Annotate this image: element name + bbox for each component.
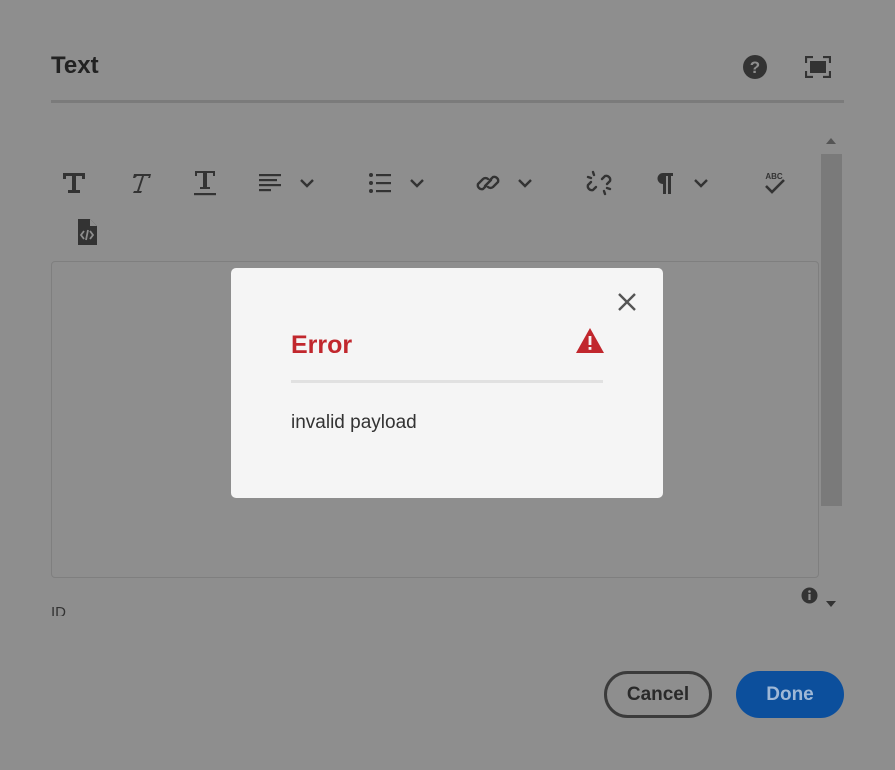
error-modal: Error invalid payload bbox=[231, 268, 663, 498]
scroll-up-arrow[interactable] bbox=[826, 138, 836, 144]
svg-text:ABC: ABC bbox=[765, 172, 783, 181]
modal-divider bbox=[291, 380, 603, 383]
paragraph-dropdown[interactable] bbox=[650, 167, 712, 199]
done-button[interactable]: Done bbox=[736, 671, 844, 718]
code-file-icon bbox=[78, 219, 97, 245]
chevron-down-icon bbox=[694, 179, 708, 188]
chevron-down-icon bbox=[518, 179, 532, 188]
paragraph-icon bbox=[657, 173, 673, 194]
header-divider bbox=[51, 100, 844, 103]
modal-title: Error bbox=[291, 331, 353, 359]
underline-icon bbox=[194, 171, 216, 196]
spellcheck-button[interactable]: ABC bbox=[758, 167, 790, 199]
source-edit-button[interactable] bbox=[74, 216, 100, 248]
cancel-button[interactable]: Cancel bbox=[604, 671, 712, 718]
modal-message: invalid payload bbox=[291, 412, 417, 433]
bold-icon bbox=[63, 173, 85, 193]
italic-icon bbox=[133, 174, 151, 193]
list-dropdown[interactable] bbox=[366, 167, 428, 199]
spellcheck-icon: ABC bbox=[765, 172, 785, 194]
underline-button[interactable] bbox=[189, 167, 221, 199]
italic-button[interactable] bbox=[124, 167, 156, 199]
bold-button[interactable] bbox=[58, 167, 90, 199]
info-icon[interactable] bbox=[801, 587, 818, 604]
unlink-button[interactable] bbox=[584, 167, 614, 199]
bullet-list-icon bbox=[369, 173, 391, 193]
justify-dropdown[interactable] bbox=[256, 167, 318, 199]
chevron-down-icon bbox=[410, 179, 424, 188]
svg-text:?: ? bbox=[750, 58, 760, 77]
help-icon[interactable]: ? bbox=[741, 53, 769, 81]
unlink-icon bbox=[586, 170, 612, 196]
dialog-title: Text bbox=[51, 52, 99, 79]
link-icon bbox=[476, 175, 500, 191]
chevron-down-icon bbox=[300, 179, 314, 188]
link-dropdown[interactable] bbox=[474, 167, 536, 199]
align-left-icon bbox=[259, 174, 281, 192]
scrollbar-thumb[interactable] bbox=[821, 154, 842, 506]
id-field-label: ID bbox=[51, 604, 66, 616]
alert-triangle-icon bbox=[575, 327, 605, 355]
close-icon[interactable] bbox=[615, 290, 639, 314]
fullscreen-icon[interactable] bbox=[804, 53, 832, 81]
scroll-down-arrow[interactable] bbox=[826, 601, 836, 607]
